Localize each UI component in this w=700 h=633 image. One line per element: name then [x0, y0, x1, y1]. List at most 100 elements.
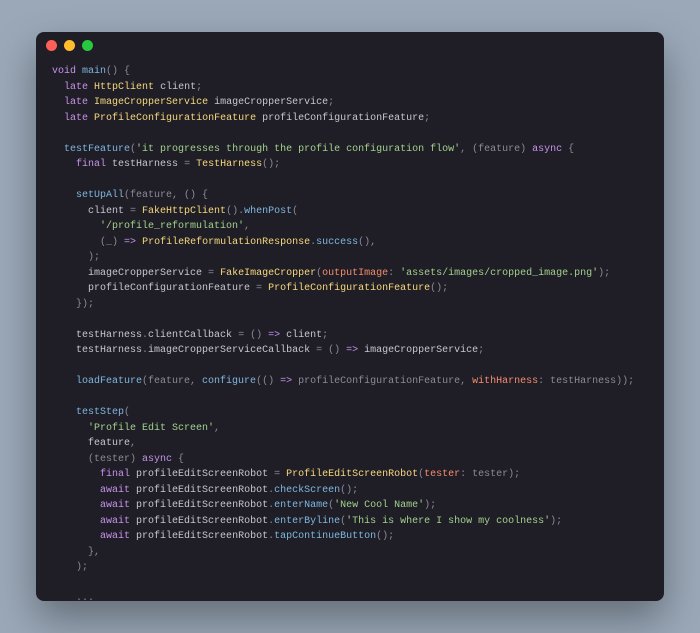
ident: profileConfigurationFeature	[262, 113, 424, 124]
punct: ;	[424, 113, 430, 124]
fn: enterByline	[274, 516, 340, 527]
punct: );	[550, 516, 562, 527]
type: HttpClient	[94, 82, 154, 93]
type: ProfileConfigurationFeature	[94, 113, 256, 124]
keyword: final	[76, 159, 106, 170]
type: ProfileConfigurationFeature	[268, 283, 430, 294]
keyword: await	[100, 500, 130, 511]
ident: profileEditScreenRobot	[136, 485, 268, 496]
string: 'assets/images/cropped_image.png'	[400, 268, 598, 279]
punct: ;	[322, 330, 328, 341]
punct: profileConfigurationFeature,	[292, 376, 472, 387]
ident: imageCropperService	[214, 97, 328, 108]
type: ImageCropperService	[94, 97, 208, 108]
punct: },	[88, 547, 100, 558]
ident: client	[160, 82, 196, 93]
punct: ;	[196, 82, 202, 93]
punct: (()	[256, 376, 280, 387]
punct: ();	[262, 159, 280, 170]
string: 'This is where I show my coolness'	[346, 516, 550, 527]
ident: imageCropperServiceCallback	[148, 345, 310, 356]
ident: testHarness	[76, 345, 142, 356]
type: TestHarness	[196, 159, 262, 170]
keyword: await	[100, 485, 130, 496]
punct: (),	[358, 237, 376, 248]
fn: checkScreen	[274, 485, 340, 496]
ident: clientCallback	[148, 330, 232, 341]
keyword: =>	[280, 376, 292, 387]
keyword: await	[100, 516, 130, 527]
keyword: =>	[268, 330, 280, 341]
ident: client	[88, 206, 124, 217]
fn: whenPost	[244, 206, 292, 217]
punct: : tester);	[460, 469, 520, 480]
minimize-icon[interactable]	[64, 40, 75, 51]
ident: testHarness	[76, 330, 142, 341]
keyword: late	[64, 113, 88, 124]
ident: imageCropperService	[364, 345, 478, 356]
fn: testFeature	[64, 144, 130, 155]
punct: (feature,	[142, 376, 202, 387]
punct: =	[178, 159, 196, 170]
keyword: =>	[346, 345, 358, 356]
punct: {	[562, 144, 574, 155]
editor-viewport[interactable]: void main() { late HttpClient client; la…	[36, 58, 664, 601]
punct: ;	[328, 97, 334, 108]
keyword: final	[100, 469, 130, 480]
punct: (	[124, 407, 130, 418]
code-editor-window: void main() { late HttpClient client; la…	[36, 32, 664, 601]
string: 'New Cool Name'	[334, 500, 424, 511]
fn: setUpAll	[76, 190, 124, 201]
ident: client	[286, 330, 322, 341]
type: ProfileReformulationResponse	[142, 237, 310, 248]
punct: , (feature)	[460, 144, 532, 155]
punct: ,	[214, 423, 220, 434]
punct: (	[292, 206, 298, 217]
punct: );	[598, 268, 610, 279]
fn: configure	[202, 376, 256, 387]
ident: testHarness	[112, 159, 178, 170]
keyword: late	[64, 82, 88, 93]
punct: = ()	[310, 345, 346, 356]
string: '/profile_reformulation'	[100, 221, 244, 232]
ident: profileConfigurationFeature	[88, 283, 250, 294]
string: 'it progresses through the profile confi…	[136, 144, 460, 155]
keyword: async	[532, 144, 562, 155]
punct: ();	[430, 283, 448, 294]
ident: profileEditScreenRobot	[136, 469, 268, 480]
close-icon[interactable]	[46, 40, 57, 51]
string: 'Profile Edit Screen'	[88, 423, 214, 434]
punct: });	[76, 299, 94, 310]
named-arg: outputImage	[322, 268, 388, 279]
punct: (_)	[100, 237, 124, 248]
punct: {	[172, 454, 184, 465]
ident: profileEditScreenRobot	[136, 500, 268, 511]
named-arg: withHarness	[472, 376, 538, 387]
zoom-icon[interactable]	[82, 40, 93, 51]
punct: (feature, () {	[124, 190, 208, 201]
punct: (tester)	[88, 454, 142, 465]
fn: enterName	[274, 500, 328, 511]
punct: :	[388, 268, 400, 279]
ident: profileEditScreenRobot	[136, 531, 268, 542]
type: ProfileEditScreenRobot	[286, 469, 418, 480]
type: FakeHttpClient	[142, 206, 226, 217]
window-titlebar	[36, 32, 664, 58]
keyword: =>	[124, 237, 136, 248]
fn: main	[82, 66, 106, 77]
fn: success	[316, 237, 358, 248]
punct: ,	[244, 221, 250, 232]
ident: imageCropperService	[88, 268, 202, 279]
ident: profileEditScreenRobot	[136, 516, 268, 527]
punct: =	[250, 283, 268, 294]
punct: =	[202, 268, 220, 279]
keyword: void	[52, 66, 76, 77]
fn: tapContinueButton	[274, 531, 376, 542]
punct: ();	[376, 531, 394, 542]
punct: );	[88, 252, 100, 263]
fn: testStep	[76, 407, 124, 418]
punct: =	[268, 469, 286, 480]
punct: ;	[478, 345, 484, 356]
ident: feature	[88, 438, 130, 449]
keyword: late	[64, 97, 88, 108]
